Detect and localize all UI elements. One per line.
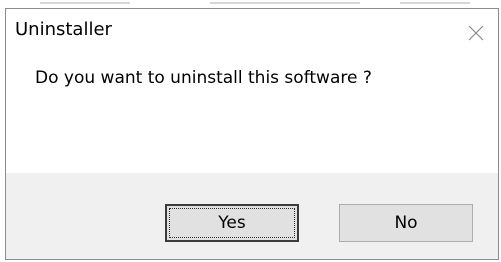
yes-button[interactable]: Yes [165,204,299,242]
window-title: Uninstaller [15,19,112,40]
close-icon [468,25,484,41]
no-button-label: No [394,213,418,233]
close-button[interactable] [454,9,498,57]
background-edge [0,0,501,8]
dialog-message: Do you want to uninstall this software ? [35,68,372,88]
title-bar[interactable]: Uninstaller [6,9,498,57]
yes-button-label: Yes [218,213,246,233]
uninstaller-dialog: Uninstaller Do you want to uninstall thi… [5,8,499,260]
background-fragment [40,2,130,4]
background-fragment [210,2,360,4]
button-area: Yes No [6,173,498,259]
no-button[interactable]: No [339,204,473,242]
background-fragment [400,2,470,4]
